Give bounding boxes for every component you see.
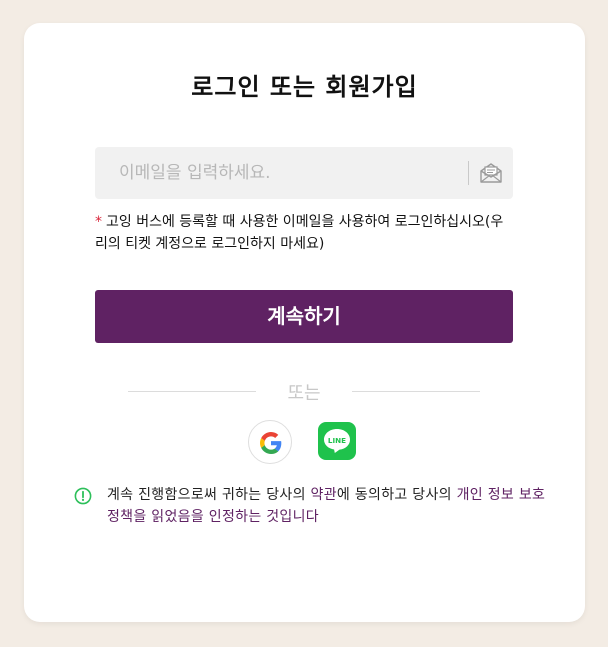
line-login-button[interactable]: LINE [318,422,356,460]
login-card: 로그인 또는 회원가입 *고잉 버스에 등록할 때 사용한 이메일을 사용하여 … [24,23,585,622]
or-divider: 또는 [128,379,480,404]
email-divider [468,161,469,185]
line-icon-text: LINE [328,436,346,445]
terms-prefix: 계속 진행함으로써 귀하는 당사의 [107,487,311,503]
google-login-button[interactable] [248,420,292,464]
or-text: 또는 [287,383,321,404]
terms-link[interactable]: 약관 [311,487,337,503]
or-line-right [352,391,480,392]
google-icon [260,432,282,454]
continue-button[interactable]: 계속하기 [95,290,513,343]
terms-suffix: 을 읽었음을 인정하는 것입니다 [133,509,319,525]
line-icon: LINE [324,429,350,453]
terms-text: 계속 진행함으로써 귀하는 당사의 약관에 동의하고 당사의 개인 정보 보호 … [107,484,547,528]
email-input[interactable] [95,147,455,199]
email-notice-text: 고잉 버스에 등록할 때 사용한 이메일을 사용하여 로그인하십시오(우리의 티… [95,214,504,252]
email-field-container [95,147,513,199]
email-notice: * 고잉 버스에 등록할 때 사용한 이메일을 사용하여 로그인하십시오(우리의 … [95,211,515,255]
required-marker: * [95,214,102,230]
page-title: 로그인 또는 회원가입 [191,73,418,101]
info-icon [74,487,92,505]
mail-icon [480,163,502,183]
terms-middle: 에 동의하고 당사의 [336,487,457,503]
